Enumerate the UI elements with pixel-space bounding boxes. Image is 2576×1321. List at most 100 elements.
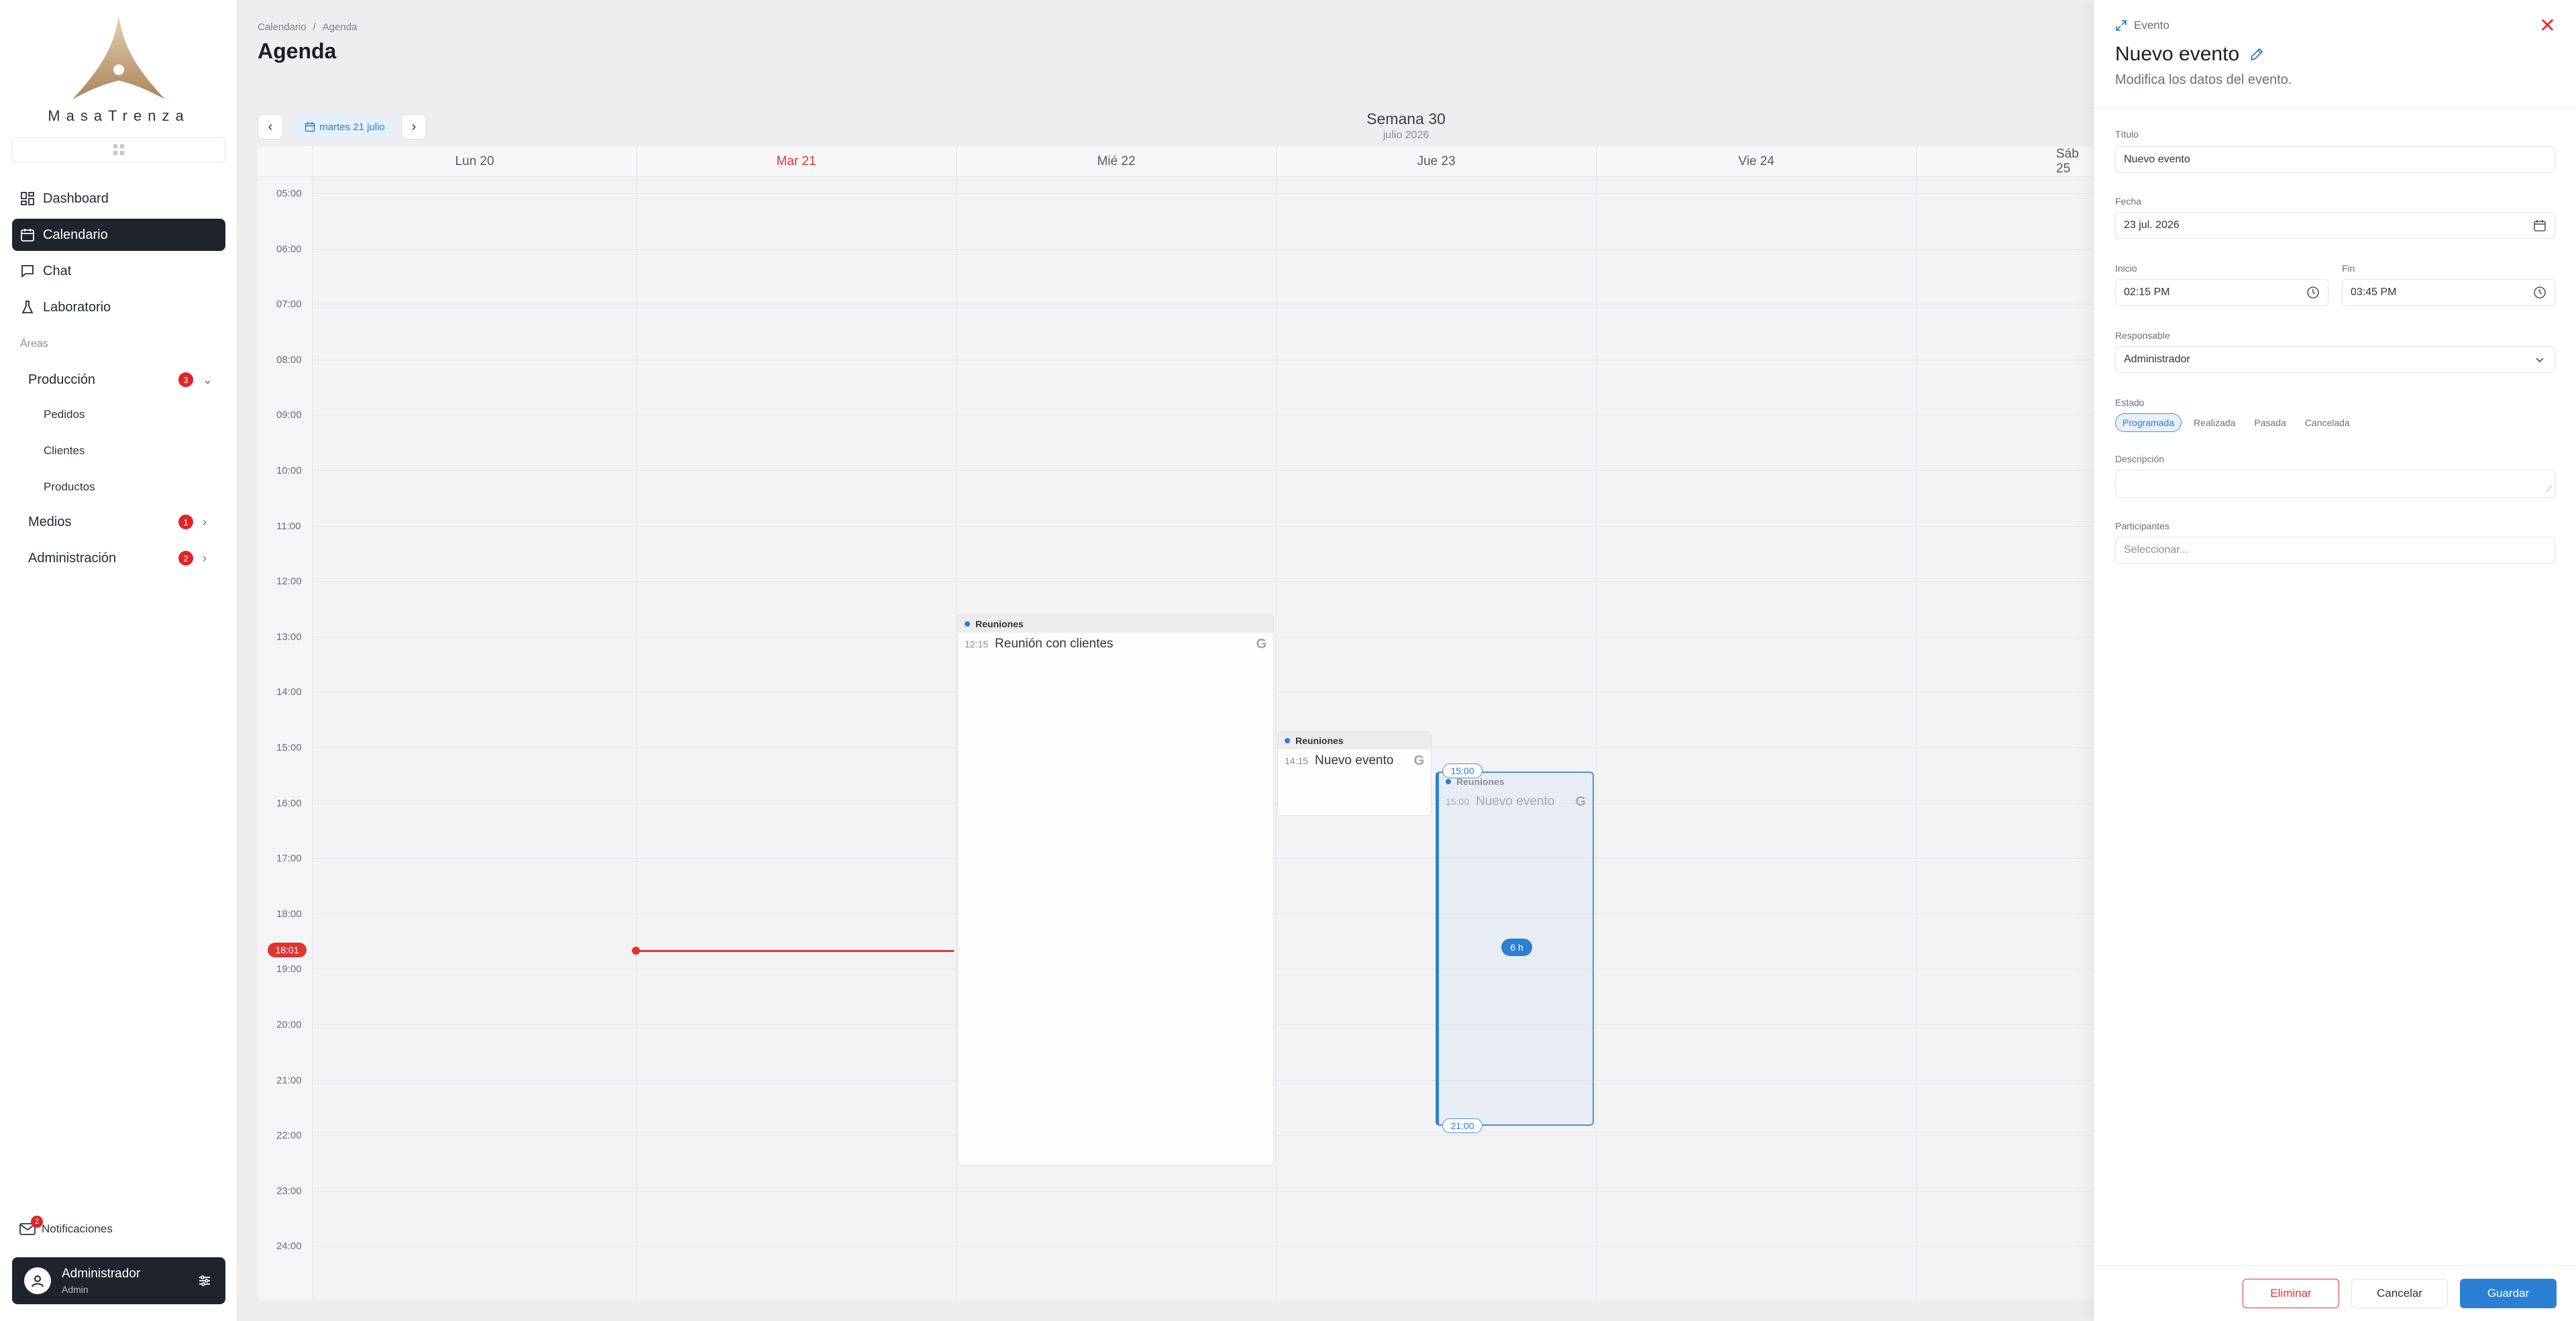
nav-chat[interactable]: Chat: [12, 255, 225, 287]
nav-dashboard-label: Dashboard: [43, 191, 109, 206]
end-time-value: 03:45 PM: [2351, 286, 2397, 298]
breadcrumb-agenda: Agenda: [322, 21, 358, 33]
event-reunion-clientes[interactable]: Reuniones 12:15 Reunión con clientes G: [957, 615, 1274, 1166]
hour-label: 10:00: [276, 465, 302, 476]
next-week-button[interactable]: ›: [401, 114, 427, 140]
breadcrumb-calendario[interactable]: Calendario: [258, 21, 307, 33]
area-medios-label: Medios: [28, 514, 72, 529]
day-headers: Lun 20 Mar 21 Mié 22 Jue 23 Vie 24 Sáb 2…: [258, 146, 2096, 177]
week-title: Semana 30: [1366, 110, 1446, 127]
description-label: Descripción: [2115, 454, 2165, 464]
hour-label: 05:00: [276, 188, 302, 199]
edit-pencil-icon[interactable]: [2249, 46, 2265, 62]
description-textarea[interactable]: ⟋: [2115, 470, 2555, 498]
nav-calendario[interactable]: Calendario: [12, 219, 225, 251]
hour-label: 21:00: [276, 1074, 302, 1086]
status-cancelada[interactable]: Cancelada: [2298, 413, 2357, 432]
day-header-mon[interactable]: Lun 20: [313, 146, 636, 177]
area-administracion-badge: 2: [178, 551, 193, 566]
areas-section-label: Áreas: [20, 338, 48, 350]
dashboard-icon: [21, 192, 34, 205]
close-icon[interactable]: ✕: [2539, 16, 2556, 36]
drag-end-chip: 21:00: [1442, 1118, 1483, 1133]
hour-label: 18:00: [276, 908, 302, 920]
resize-grip-icon[interactable]: ⟋: [2546, 484, 2552, 494]
day-header-wed[interactable]: Mié 22: [956, 146, 1276, 177]
date-input[interactable]: 23 jul. 2026: [2115, 212, 2555, 239]
breadcrumb: Calendario / Agenda: [258, 21, 357, 33]
chevron-right-icon: ›: [411, 119, 417, 134]
event-title: Nuevo evento: [1476, 794, 1555, 808]
day-header-sat[interactable]: Sáb 25: [1916, 146, 2096, 177]
event-title: Reunión con clientes: [995, 637, 1114, 651]
panel-title: Nuevo evento: [2115, 43, 2265, 66]
hour-label: 22:00: [276, 1130, 302, 1142]
delete-button[interactable]: Eliminar: [2243, 1279, 2339, 1308]
title-input[interactable]: Nuevo evento: [2115, 146, 2555, 173]
hour-label: 16:00: [276, 797, 302, 809]
hour-label: 19:00: [276, 963, 302, 975]
prev-week-button[interactable]: ‹: [258, 114, 283, 140]
hour-grid-line: [313, 470, 2096, 471]
event-nuevo-evento[interactable]: Reuniones 14:15 Nuevo evento G: [1277, 731, 1432, 816]
area-administracion[interactable]: Administración 2 ›: [28, 545, 223, 572]
mail-icon: 2: [19, 1216, 43, 1236]
title-label: Título: [2115, 129, 2139, 140]
event-title: Nuevo evento: [1315, 753, 1394, 768]
avatar: [24, 1267, 51, 1294]
masatrenza-logo: [72, 16, 165, 99]
nav-dashboard[interactable]: Dashboard: [12, 182, 225, 215]
status-realizada[interactable]: Realizada: [2187, 413, 2242, 432]
status-programada[interactable]: Programada: [2115, 413, 2182, 432]
save-button[interactable]: Guardar: [2460, 1279, 2557, 1308]
day-header-fri[interactable]: Vie 24: [1596, 146, 1916, 177]
hour-grid-line: [313, 248, 2096, 250]
day-divider: [1916, 177, 1917, 1300]
footer-divider: [2094, 1265, 2576, 1266]
area-medios[interactable]: Medios 1 ›: [28, 509, 223, 535]
owner-select[interactable]: Administrador: [2115, 346, 2555, 373]
sidebar-item-pedidos[interactable]: Pedidos: [44, 408, 85, 421]
user-role: Admin: [62, 1284, 89, 1295]
hour-grid-line: [313, 1190, 2096, 1192]
status-pasada[interactable]: Pasada: [2247, 413, 2292, 432]
week-subtitle: julio 2026: [1383, 129, 1430, 141]
category-dot: [1285, 738, 1290, 743]
panel-divider: [2094, 107, 2576, 108]
status-label: Estado: [2115, 397, 2145, 408]
hour-label: 17:00: [276, 853, 302, 865]
owner-value: Administrador: [2124, 354, 2190, 365]
current-date-button[interactable]: martes 21 julio: [294, 114, 396, 140]
start-time-input[interactable]: 02:15 PM: [2115, 279, 2328, 306]
end-label: Fin: [2342, 263, 2355, 274]
day-header-thu[interactable]: Jue 23: [1276, 146, 1596, 177]
area-produccion[interactable]: Producción 3 ⌄: [28, 366, 223, 393]
hour-grid-line: [313, 581, 2096, 582]
sidebar-item-productos[interactable]: Productos: [44, 480, 95, 494]
nav-laboratorio[interactable]: Laboratorio: [12, 291, 225, 323]
notifications-link[interactable]: 2 Notificaciones: [19, 1216, 113, 1236]
category-dot: [965, 621, 970, 627]
hour-label: 09:00: [276, 409, 302, 421]
end-time-input[interactable]: 03:45 PM: [2342, 279, 2555, 306]
hour-label: 15:00: [276, 742, 302, 753]
user-card[interactable]: Administrador Admin: [12, 1257, 225, 1304]
date-label: Fecha: [2115, 196, 2141, 207]
user-name: Administrador: [62, 1267, 141, 1281]
chevron-right-icon: ›: [203, 515, 207, 529]
user-icon: [32, 1275, 44, 1287]
drag-duration-chip: 6 h: [1501, 939, 1532, 956]
hour-label: 13:00: [276, 631, 302, 643]
hour-label: 23:00: [276, 1185, 302, 1197]
day-header-tue[interactable]: Mar 21: [636, 146, 956, 177]
collapse-sidebar-button[interactable]: [12, 137, 225, 162]
sidebar-item-clientes[interactable]: Clientes: [44, 444, 85, 458]
cancel-button[interactable]: Cancelar: [2351, 1279, 2448, 1308]
google-icon: G: [1413, 753, 1424, 768]
google-icon: G: [1575, 794, 1586, 809]
expand-icon[interactable]: [2115, 19, 2127, 32]
participants-select[interactable]: Seleccionar...: [2115, 537, 2555, 564]
panel-kicker: Evento: [2115, 19, 2169, 32]
event-category-label: Reuniones: [1295, 735, 1344, 746]
settings-sliders-icon[interactable]: [197, 1273, 212, 1288]
